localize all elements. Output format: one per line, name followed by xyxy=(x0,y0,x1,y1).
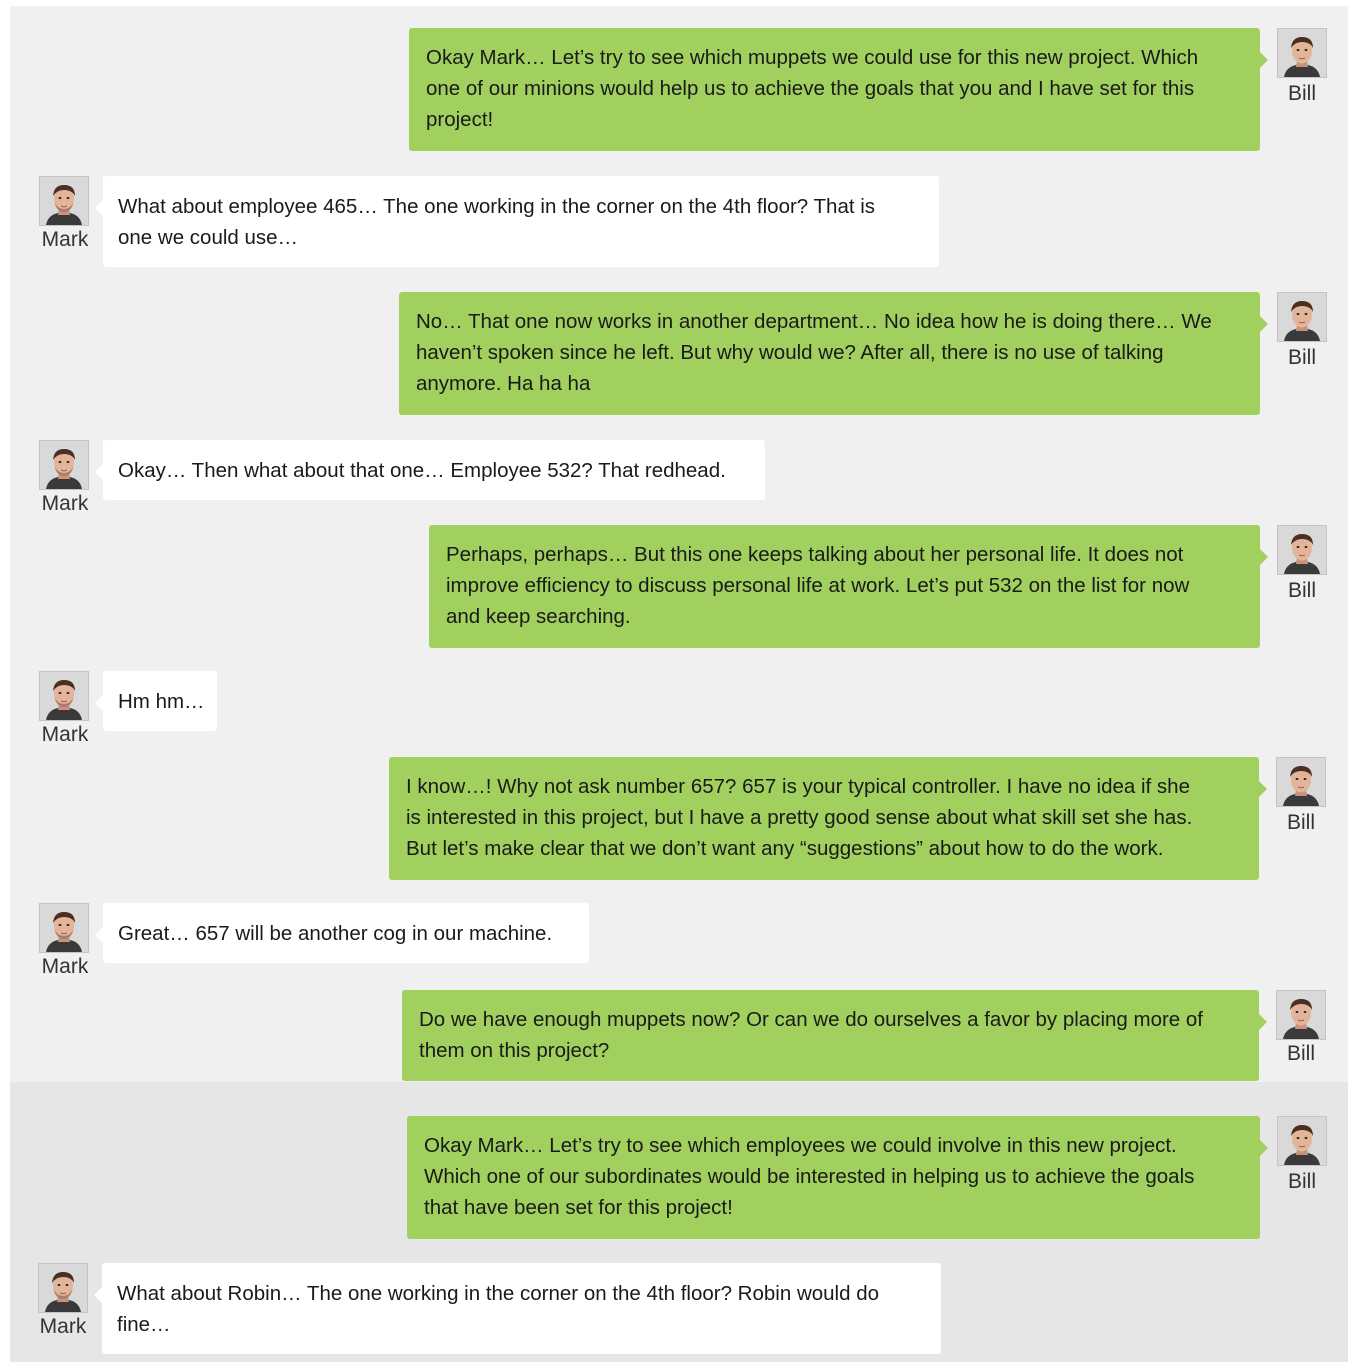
mark-avatar-icon[interactable] xyxy=(39,903,89,953)
message-text: What about Robin… The one working in the… xyxy=(117,1282,880,1305)
mark-avatar-icon[interactable] xyxy=(39,176,89,226)
sender-name: Bill xyxy=(1286,1042,1315,1065)
message-text: anymore. Ha ha ha xyxy=(416,372,591,395)
message-text: one of our minions would help us to achi… xyxy=(426,77,1195,100)
mark-avatar-icon[interactable] xyxy=(39,671,89,721)
chat-panel: Okay Mark… Let’s try to see which muppet… xyxy=(10,6,1348,1362)
mark-avatar-icon[interactable] xyxy=(39,440,89,490)
message-bubble[interactable]: Perhaps, perhaps… But this one keeps tal… xyxy=(429,525,1268,648)
sender-name: Bill xyxy=(1287,346,1316,369)
sender-name: Bill xyxy=(1287,1170,1316,1193)
sender-name: Mark xyxy=(39,1315,87,1338)
message-bubble[interactable]: Okay Mark… Let’s try to see which employ… xyxy=(407,1116,1268,1239)
message-text: I know…! Why not ask number 657? 657 is … xyxy=(406,775,1190,798)
message-text: Great… 657 will be another cog in our ma… xyxy=(118,922,553,945)
message-text: Okay Mark… Let’s try to see which muppet… xyxy=(426,46,1199,69)
message-text: Okay… Then what about that one… Employee… xyxy=(118,459,726,482)
message-text: haven’t spoken since he left. But why wo… xyxy=(416,341,1164,364)
sender-name: Mark xyxy=(41,228,89,251)
message-text: What about employee 465… The one working… xyxy=(118,195,876,218)
mark-avatar-icon[interactable] xyxy=(38,1263,88,1313)
message-text: Which one of our subordinates would be i… xyxy=(424,1165,1195,1188)
message-bubble[interactable]: Okay Mark… Let’s try to see which muppet… xyxy=(409,28,1268,151)
sender-name: Bill xyxy=(1286,811,1315,834)
message-text: fine… xyxy=(117,1313,171,1336)
sender-name: Bill xyxy=(1287,579,1316,602)
message-text: one we could use… xyxy=(118,226,299,249)
message-text: that have been set for this project! xyxy=(424,1196,733,1219)
message-bubble[interactable]: What about employee 465… The one working… xyxy=(95,176,939,267)
message-text: project! xyxy=(426,108,494,131)
message-text: Do we have enough muppets now? Or can we… xyxy=(419,1008,1203,1031)
sender-name: Bill xyxy=(1287,82,1316,105)
message-text: improve efficiency to discuss personal l… xyxy=(446,574,1190,597)
bill-avatar-icon[interactable] xyxy=(1276,757,1326,807)
bill-avatar-icon[interactable] xyxy=(1276,990,1326,1040)
message-bubble[interactable]: No… That one now works in another depart… xyxy=(399,292,1268,415)
message-bubble[interactable]: Hm hm… xyxy=(95,671,217,731)
bill-avatar-icon[interactable] xyxy=(1277,292,1327,342)
message-bubble[interactable]: Do we have enough muppets now? Or can we… xyxy=(402,990,1267,1081)
message-text: But let’s make clear that we don’t want … xyxy=(406,837,1164,860)
bill-avatar-icon[interactable] xyxy=(1277,1116,1327,1166)
message-bubble[interactable]: Okay… Then what about that one… Employee… xyxy=(95,440,765,500)
message-text: Perhaps, perhaps… But this one keeps tal… xyxy=(446,543,1184,566)
message-text: and keep searching. xyxy=(446,605,631,628)
sender-name: Mark xyxy=(41,492,89,515)
sender-name: Mark xyxy=(41,723,89,746)
message-text: No… That one now works in another depart… xyxy=(416,310,1212,333)
message-text: Hm hm… xyxy=(118,690,205,713)
message-text: is interested in this project, but I hav… xyxy=(406,806,1193,829)
message-text: them on this project? xyxy=(419,1039,610,1062)
bill-avatar-icon[interactable] xyxy=(1277,525,1327,575)
message-bubble[interactable]: What about Robin… The one working in the… xyxy=(94,1263,941,1354)
bill-avatar-icon[interactable] xyxy=(1277,28,1327,78)
message-bubble[interactable]: I know…! Why not ask number 657? 657 is … xyxy=(389,757,1267,880)
message-bubble[interactable]: Great… 657 will be another cog in our ma… xyxy=(95,903,589,963)
message-text: Okay Mark… Let’s try to see which employ… xyxy=(424,1134,1177,1157)
sender-name: Mark xyxy=(41,955,89,978)
